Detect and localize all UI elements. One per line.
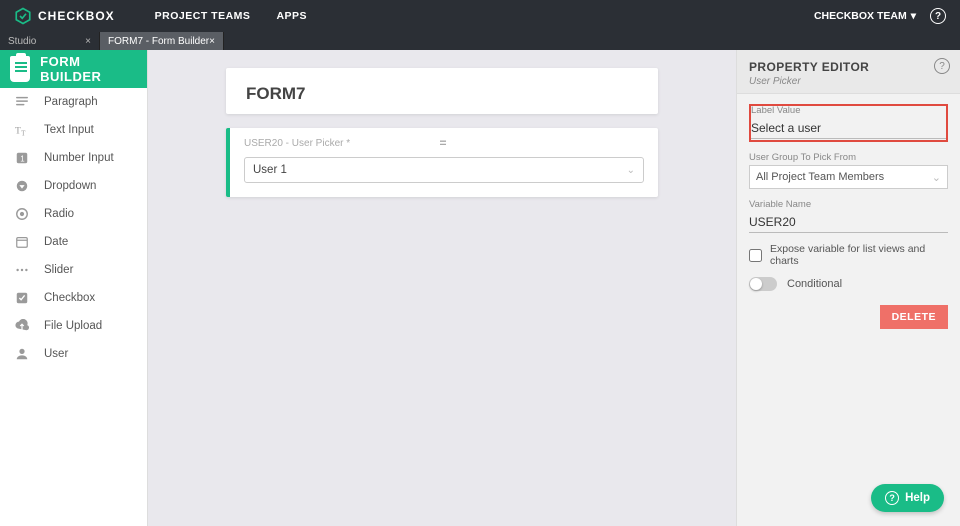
- clipboard-icon: [10, 56, 30, 82]
- palette-item-checkbox[interactable]: Checkbox: [0, 284, 147, 312]
- form-title-card[interactable]: FORM7: [226, 68, 658, 114]
- palette-item-file-upload[interactable]: File Upload: [0, 312, 147, 340]
- property-editor-help-icon[interactable]: ?: [934, 58, 950, 74]
- property-editor-title: PROPERTY EDITOR: [749, 60, 948, 74]
- body: FORM BUILDER Paragraph TT Text Input 1 N…: [0, 50, 960, 526]
- tab-label: FORM7 - Form Builder: [108, 36, 209, 47]
- palette-item-label: Text Input: [44, 124, 94, 136]
- tab-strip: Studio × FORM7 - Form Builder ×: [0, 32, 960, 50]
- palette-item-label: Number Input: [44, 152, 114, 164]
- svg-text:T: T: [15, 126, 21, 137]
- floating-help-button[interactable]: ? Help: [871, 484, 944, 512]
- palette-item-number-input[interactable]: 1 Number Input: [0, 144, 147, 172]
- palette-item-label: File Upload: [44, 320, 102, 332]
- top-right: CHECKBOX TEAM ▾ ?: [814, 8, 946, 24]
- user-select-value: User 1: [253, 164, 287, 176]
- expose-variable-row[interactable]: Expose variable for list views and chart…: [749, 243, 948, 267]
- tab-close-icon[interactable]: ×: [209, 36, 215, 47]
- date-icon: [14, 234, 30, 250]
- palette-title: FORM BUILDER: [40, 54, 137, 84]
- palette-item-radio[interactable]: Radio: [0, 200, 147, 228]
- palette-item-label: Radio: [44, 208, 74, 220]
- form-canvas[interactable]: FORM7 = USER20 - User Picker * User 1 ⌄: [148, 50, 736, 526]
- tab-form7[interactable]: FORM7 - Form Builder ×: [100, 32, 224, 50]
- user-select[interactable]: User 1 ⌄: [244, 157, 644, 183]
- expose-variable-checkbox[interactable]: [749, 249, 762, 262]
- chevron-down-icon: ⌄: [627, 165, 635, 176]
- palette-item-paragraph[interactable]: Paragraph: [0, 88, 147, 116]
- checkbox-icon: [14, 290, 30, 306]
- palette-item-dropdown[interactable]: Dropdown: [0, 172, 147, 200]
- palette-item-user[interactable]: User: [0, 340, 147, 368]
- field-label: Label Value: [751, 105, 946, 116]
- top-bar: CHECKBOX PROJECT TEAMS APPS CHECKBOX TEA…: [0, 0, 960, 32]
- label-value-input[interactable]: [751, 118, 946, 139]
- radio-icon: [14, 206, 30, 222]
- svg-text:1: 1: [20, 155, 24, 164]
- slider-icon: [14, 262, 30, 278]
- field-label: User Group To Pick From: [749, 152, 948, 163]
- brand-hexagon-icon: [14, 7, 32, 25]
- user-group-select[interactable]: All Project Team Members ⌄: [749, 165, 948, 189]
- tab-close-icon[interactable]: ×: [85, 36, 91, 47]
- delete-button[interactable]: DELETE: [880, 305, 948, 329]
- palette-item-label: Slider: [44, 264, 73, 276]
- help-label: Help: [905, 492, 930, 504]
- user-group-field: User Group To Pick From All Project Team…: [749, 152, 948, 189]
- tab-studio[interactable]: Studio ×: [0, 32, 100, 50]
- property-editor-body: Label Value User Group To Pick From All …: [737, 94, 960, 339]
- conditional-row: Conditional: [749, 277, 948, 291]
- palette-item-label: User: [44, 348, 68, 360]
- svg-text:T: T: [21, 129, 26, 137]
- brand-text: CHECKBOX: [38, 9, 115, 23]
- nav-apps[interactable]: APPS: [276, 10, 307, 22]
- conditional-label: Conditional: [787, 278, 842, 290]
- team-label: CHECKBOX TEAM: [814, 10, 907, 22]
- team-switcher[interactable]: CHECKBOX TEAM ▾: [814, 10, 916, 22]
- user-icon: [14, 346, 30, 362]
- caret-down-icon: ▾: [911, 10, 916, 22]
- variable-name-input[interactable]: [749, 212, 948, 233]
- palette-header: FORM BUILDER: [0, 50, 147, 88]
- file-upload-icon: [14, 318, 30, 334]
- nav-project-teams[interactable]: PROJECT TEAMS: [155, 10, 251, 22]
- top-nav: PROJECT TEAMS APPS: [155, 10, 307, 22]
- drag-handle-icon[interactable]: =: [439, 136, 448, 150]
- component-palette: FORM BUILDER Paragraph TT Text Input 1 N…: [0, 50, 148, 526]
- property-editor-header: PROPERTY EDITOR User Picker ?: [737, 50, 960, 94]
- palette-item-text-input[interactable]: TT Text Input: [0, 116, 147, 144]
- brand: CHECKBOX: [14, 7, 115, 25]
- palette-item-label: Dropdown: [44, 180, 96, 192]
- tab-label: Studio: [8, 36, 36, 47]
- help-icon: ?: [885, 491, 899, 505]
- expose-variable-label: Expose variable for list views and chart…: [770, 243, 948, 267]
- dropdown-icon: [14, 178, 30, 194]
- form-title: FORM7: [226, 68, 658, 114]
- top-help-icon[interactable]: ?: [930, 8, 946, 24]
- palette-item-label: Date: [44, 236, 68, 248]
- palette-item-label: Paragraph: [44, 96, 98, 108]
- number-input-icon: 1: [14, 150, 30, 166]
- paragraph-icon: [14, 94, 30, 110]
- conditional-toggle[interactable]: [749, 277, 777, 291]
- property-editor: PROPERTY EDITOR User Picker ? Label Valu…: [736, 50, 960, 526]
- chevron-down-icon: ⌄: [932, 171, 941, 184]
- palette-item-label: Checkbox: [44, 292, 95, 304]
- text-input-icon: TT: [14, 122, 30, 138]
- variable-name-field: Variable Name: [749, 199, 948, 233]
- user-group-select-value: All Project Team Members: [756, 171, 884, 183]
- property-editor-subtitle: User Picker: [749, 76, 948, 87]
- palette-item-date[interactable]: Date: [0, 228, 147, 256]
- field-label: Variable Name: [749, 199, 948, 210]
- label-value-field: Label Value: [749, 104, 948, 142]
- palette-item-slider[interactable]: Slider: [0, 256, 147, 284]
- user-picker-field[interactable]: = USER20 - User Picker * User 1 ⌄: [226, 128, 658, 197]
